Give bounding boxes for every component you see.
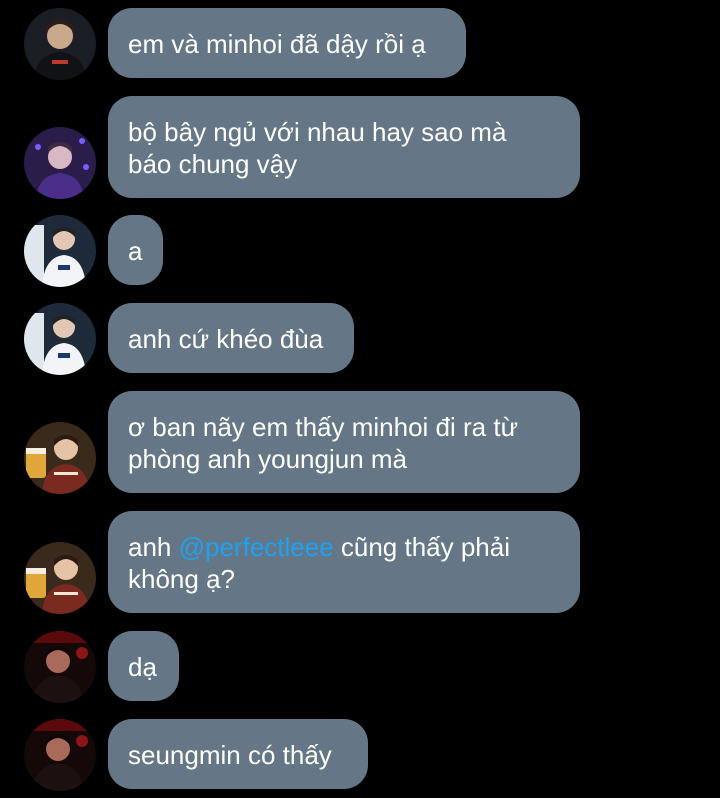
avatar[interactable]	[24, 542, 96, 614]
message-text-line: ơ ban nãy em thấy minhoi đi ra từ	[128, 412, 518, 442]
avatar[interactable]	[24, 422, 96, 494]
message-bubble[interactable]: anh @perfectleee cũng thấy phải không ạ?	[108, 511, 580, 613]
avatar[interactable]	[24, 215, 96, 287]
message-text: dạ	[128, 652, 157, 682]
message-text-line: phòng anh youngjun mà	[128, 444, 408, 474]
message-bubble[interactable]: em và minhoi đã dậy rồi ạ	[108, 8, 466, 78]
message-text: anh	[128, 532, 179, 562]
avatar[interactable]	[24, 631, 96, 703]
message-text: a	[128, 236, 143, 266]
message-bubble[interactable]: a	[108, 215, 163, 285]
message-text: cũng thấy phải	[333, 532, 511, 562]
message-bubble[interactable]: anh cứ khéo đùa	[108, 303, 354, 373]
message-text-line: anh @perfectleee cũng thấy phải	[128, 531, 554, 563]
message-text-line: không ạ?	[128, 564, 235, 594]
message-text-line: bộ bây ngủ với nhau hay sao mà	[128, 117, 507, 147]
avatar[interactable]	[24, 8, 96, 80]
message-text: anh cứ khéo đùa	[128, 324, 324, 354]
message-text: seungmin có thấy	[128, 740, 332, 770]
message-bubble[interactable]: bộ bây ngủ với nhau hay sao mà báo chung…	[108, 96, 580, 198]
message-text: em và minhoi đã dậy rồi ạ	[128, 29, 426, 59]
avatar[interactable]	[24, 127, 96, 199]
message-bubble[interactable]: ơ ban nãy em thấy minhoi đi ra từ phòng …	[108, 391, 580, 493]
avatar[interactable]	[24, 303, 96, 375]
mention-link[interactable]: @perfectleee	[179, 532, 334, 562]
message-bubble[interactable]: seungmin có thấy	[108, 719, 368, 789]
message-text-line: báo chung vậy	[128, 149, 298, 179]
message-bubble[interactable]: dạ	[108, 631, 179, 701]
avatar[interactable]	[24, 719, 96, 791]
